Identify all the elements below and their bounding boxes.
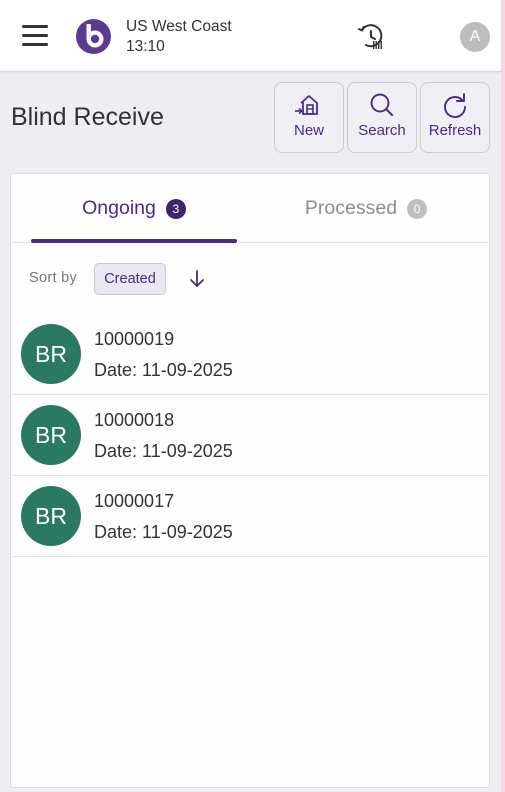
new-button-label: New bbox=[293, 122, 324, 139]
item-date: Date: 11-09-2025 bbox=[94, 360, 233, 380]
search-button-label: Search bbox=[358, 122, 406, 139]
refresh-button[interactable]: Refresh bbox=[420, 82, 490, 153]
page-title: Blind Receive bbox=[11, 103, 164, 131]
item-date: Date: 11-09-2025 bbox=[94, 522, 233, 542]
menu-icon[interactable] bbox=[22, 25, 48, 47]
tab-processed-label: Processed bbox=[304, 197, 398, 219]
refresh-icon bbox=[444, 93, 466, 118]
new-button[interactable]: New bbox=[274, 82, 344, 153]
item-avatar: BR bbox=[21, 405, 81, 465]
clock-time: 13:10 bbox=[126, 38, 165, 55]
item-number: 10000019 bbox=[94, 329, 175, 349]
tab-bar: Ongoing 3 Processed 0 bbox=[11, 174, 489, 243]
item-number: 10000018 bbox=[94, 410, 175, 430]
receipts-card: Ongoing 3 Processed 0 Sort by Created BR… bbox=[10, 173, 490, 788]
refresh-button-label: Refresh bbox=[428, 122, 482, 139]
tab-ongoing-label: Ongoing bbox=[82, 197, 156, 219]
search-icon bbox=[370, 93, 393, 116]
item-date: Date: 11-09-2025 bbox=[94, 441, 233, 461]
app-logo bbox=[76, 19, 111, 54]
location-info: US West Coast 13:10 bbox=[126, 17, 232, 57]
processed-count-badge: 0 bbox=[407, 198, 428, 219]
list-item[interactable]: BR 10000018 Date: 11-09-2025 bbox=[11, 395, 489, 476]
list-item[interactable]: BR 10000019 Date: 11-09-2025 bbox=[11, 314, 489, 395]
item-avatar: BR bbox=[21, 486, 81, 546]
item-number: 10000017 bbox=[94, 491, 175, 511]
window-edge bbox=[501, 0, 505, 792]
user-avatar[interactable]: A bbox=[460, 22, 490, 52]
sort-by-label: Sort by bbox=[29, 270, 78, 286]
arrow-down-icon[interactable] bbox=[188, 269, 206, 289]
warehouse-add-icon bbox=[295, 95, 318, 115]
tab-ongoing[interactable]: Ongoing 3 bbox=[31, 174, 237, 243]
sort-field-chip[interactable]: Created bbox=[94, 263, 166, 295]
location-name: US West Coast bbox=[126, 18, 232, 35]
search-button[interactable]: Search bbox=[347, 82, 417, 153]
active-tab-indicator bbox=[31, 239, 237, 243]
item-avatar: BR bbox=[21, 324, 81, 384]
app-header: US West Coast 13:10 A bbox=[0, 0, 501, 72]
list-item[interactable]: BR 10000017 Date: 11-09-2025 bbox=[11, 476, 489, 557]
history-icon[interactable] bbox=[356, 22, 386, 52]
ongoing-count-badge: 3 bbox=[165, 198, 186, 219]
tab-processed[interactable]: Processed 0 bbox=[251, 174, 481, 243]
